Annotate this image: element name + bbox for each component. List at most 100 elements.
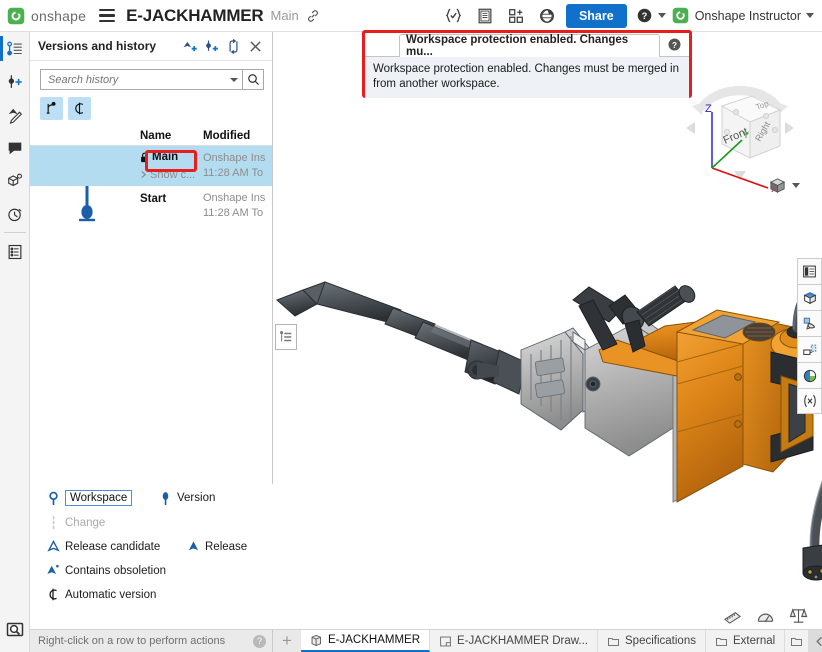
tab-specifications[interactable]: Specifications (598, 630, 706, 652)
onshape-logo-icon[interactable] (7, 7, 25, 25)
row-name-cell[interactable]: Start (140, 186, 203, 226)
workspace-main-label[interactable]: Main (140, 151, 178, 163)
tab-navigation (809, 630, 822, 652)
show-changes-link[interactable]: Show c... (140, 169, 203, 181)
view-cube[interactable]: Top Front Right Z Y X (680, 72, 800, 192)
appearance-button[interactable] (797, 362, 822, 388)
comment-bubble-icon (6, 139, 24, 157)
display-style-button[interactable] (768, 176, 800, 195)
document-details-icon[interactable] (473, 4, 497, 28)
warning-help-button[interactable]: ? (660, 33, 689, 56)
tab-e-jackhammer[interactable]: E-JACKHAMMER (301, 630, 430, 652)
legend-label: Release (205, 541, 247, 553)
axis-label-y: Y (743, 130, 749, 140)
row-modified-cell: Onshape Ins 11:28 AM To (203, 146, 272, 186)
search-input-wrapper[interactable] (40, 69, 243, 90)
table-row[interactable]: Start Onshape Ins 11:28 AM To (30, 186, 272, 226)
column-header-modified: Modified (203, 130, 272, 142)
close-panel-button[interactable] (244, 35, 266, 57)
top-navigation-bar: onshape E-JACKHAMMER Main (0, 0, 822, 32)
ruler-icon[interactable] (723, 607, 742, 626)
balance-icon[interactable] (789, 607, 808, 626)
add-app-icon[interactable] (504, 4, 528, 28)
hamburger-menu-icon[interactable] (99, 9, 115, 22)
add-branch-button[interactable] (200, 35, 222, 57)
stopwatch-icon (6, 205, 24, 223)
user-name-label: Onshape Instructor (695, 9, 801, 23)
feature-list-toggle-icon (279, 330, 293, 344)
workspace-icon (44, 491, 62, 506)
chevron-down-icon[interactable] (792, 183, 800, 188)
sidebar-item-history-timer[interactable] (0, 197, 30, 230)
warning-title: Workspace protection enabled. Changes mu… (399, 34, 660, 57)
graph-column-header (30, 130, 140, 142)
modified-time: 11:28 AM To (203, 206, 272, 221)
help-menu-button[interactable]: ? (636, 7, 666, 24)
versions-check-icon[interactable] (442, 4, 466, 28)
help-circle-icon: ? (636, 7, 653, 24)
table-row[interactable]: Main Show c... Onshape Ins 11:28 AM To (30, 146, 272, 186)
help-circle-icon[interactable]: ? (253, 635, 266, 648)
tab-prev-button[interactable] (809, 636, 822, 647)
create-version-icon (6, 73, 24, 91)
folder-icon (607, 635, 620, 648)
onshape-app-window: onshape E-JACKHAMMER Main (0, 0, 822, 652)
workspace-protection-warning: Workspace protection enabled. Changes mu… (362, 30, 692, 98)
tab-e-jackhammer-drawing[interactable]: E-JACKHAMMER Draw... (430, 630, 598, 652)
magnifier-box-icon[interactable] (5, 620, 25, 640)
explode-view-button[interactable] (797, 336, 822, 362)
search-button[interactable] (243, 69, 264, 90)
sidebar-item-branch-edit[interactable] (0, 98, 30, 131)
filter-auto-versions-button[interactable] (68, 97, 91, 120)
feature-list-toggle-button[interactable] (275, 324, 297, 350)
chevron-left-icon (814, 636, 822, 647)
properties-list-icon (6, 243, 24, 261)
contains-obsoletion-icon (44, 563, 62, 578)
branch-filter-icon (44, 101, 59, 116)
tab-external[interactable]: External (706, 630, 785, 652)
user-menu-button[interactable]: Onshape Instructor (672, 7, 814, 24)
automatic-version-icon (44, 587, 62, 602)
sidebar-item-create-version[interactable] (0, 65, 30, 98)
link-icon[interactable] (306, 9, 320, 23)
row-name-cell[interactable]: Main Show c... (140, 146, 203, 186)
sidebar-item-properties[interactable] (0, 235, 30, 268)
sidebar-item-versions-history[interactable] (0, 32, 30, 65)
section-view-button[interactable] (797, 284, 822, 310)
row-graph-cell (30, 146, 140, 186)
column-header-name: Name (140, 130, 203, 142)
legend-label: Change (65, 517, 105, 529)
merge-button[interactable] (222, 35, 244, 57)
appearance-sphere-icon (802, 368, 818, 384)
chevron-down-icon[interactable] (230, 78, 238, 82)
tab-label: E-JACKHAMMER Draw... (457, 635, 588, 647)
legend-label: Automatic version (65, 589, 156, 601)
version-graph-legend: Workspace Version (30, 484, 273, 629)
show-hide-panel-button[interactable] (797, 258, 822, 284)
share-button[interactable]: Share (566, 4, 627, 28)
variable-studio-button[interactable] (797, 388, 822, 414)
tab-label: Specifications (625, 635, 696, 647)
sidebar-item-follow[interactable] (0, 164, 30, 197)
comments-globe-icon[interactable] (535, 4, 559, 28)
filter-row (30, 90, 272, 126)
explode-view-icon (802, 342, 818, 358)
legend-item-change: Change (44, 515, 105, 530)
part-studio-icon (310, 634, 323, 647)
create-version-button[interactable] (178, 35, 200, 57)
search-input[interactable] (48, 74, 226, 86)
gauge-icon[interactable] (756, 607, 775, 626)
legend-item-release: Release (184, 539, 247, 554)
versions-history-icon (6, 40, 24, 58)
tab-overflow[interactable] (785, 630, 809, 652)
add-tab-button[interactable]: + (273, 630, 301, 652)
filter-branches-button[interactable] (40, 97, 63, 120)
search-icon (247, 73, 260, 86)
sidebar-item-comments[interactable] (0, 131, 30, 164)
warning-message: Workspace protection enabled. Changes mu… (365, 56, 689, 98)
legend-item-release-candidate: Release candidate (44, 539, 184, 554)
help-circle-icon: ? (667, 37, 682, 52)
version-icon (156, 491, 174, 506)
row-modified-cell: Onshape Ins 11:28 AM To (203, 186, 272, 226)
render-button[interactable] (797, 310, 822, 336)
